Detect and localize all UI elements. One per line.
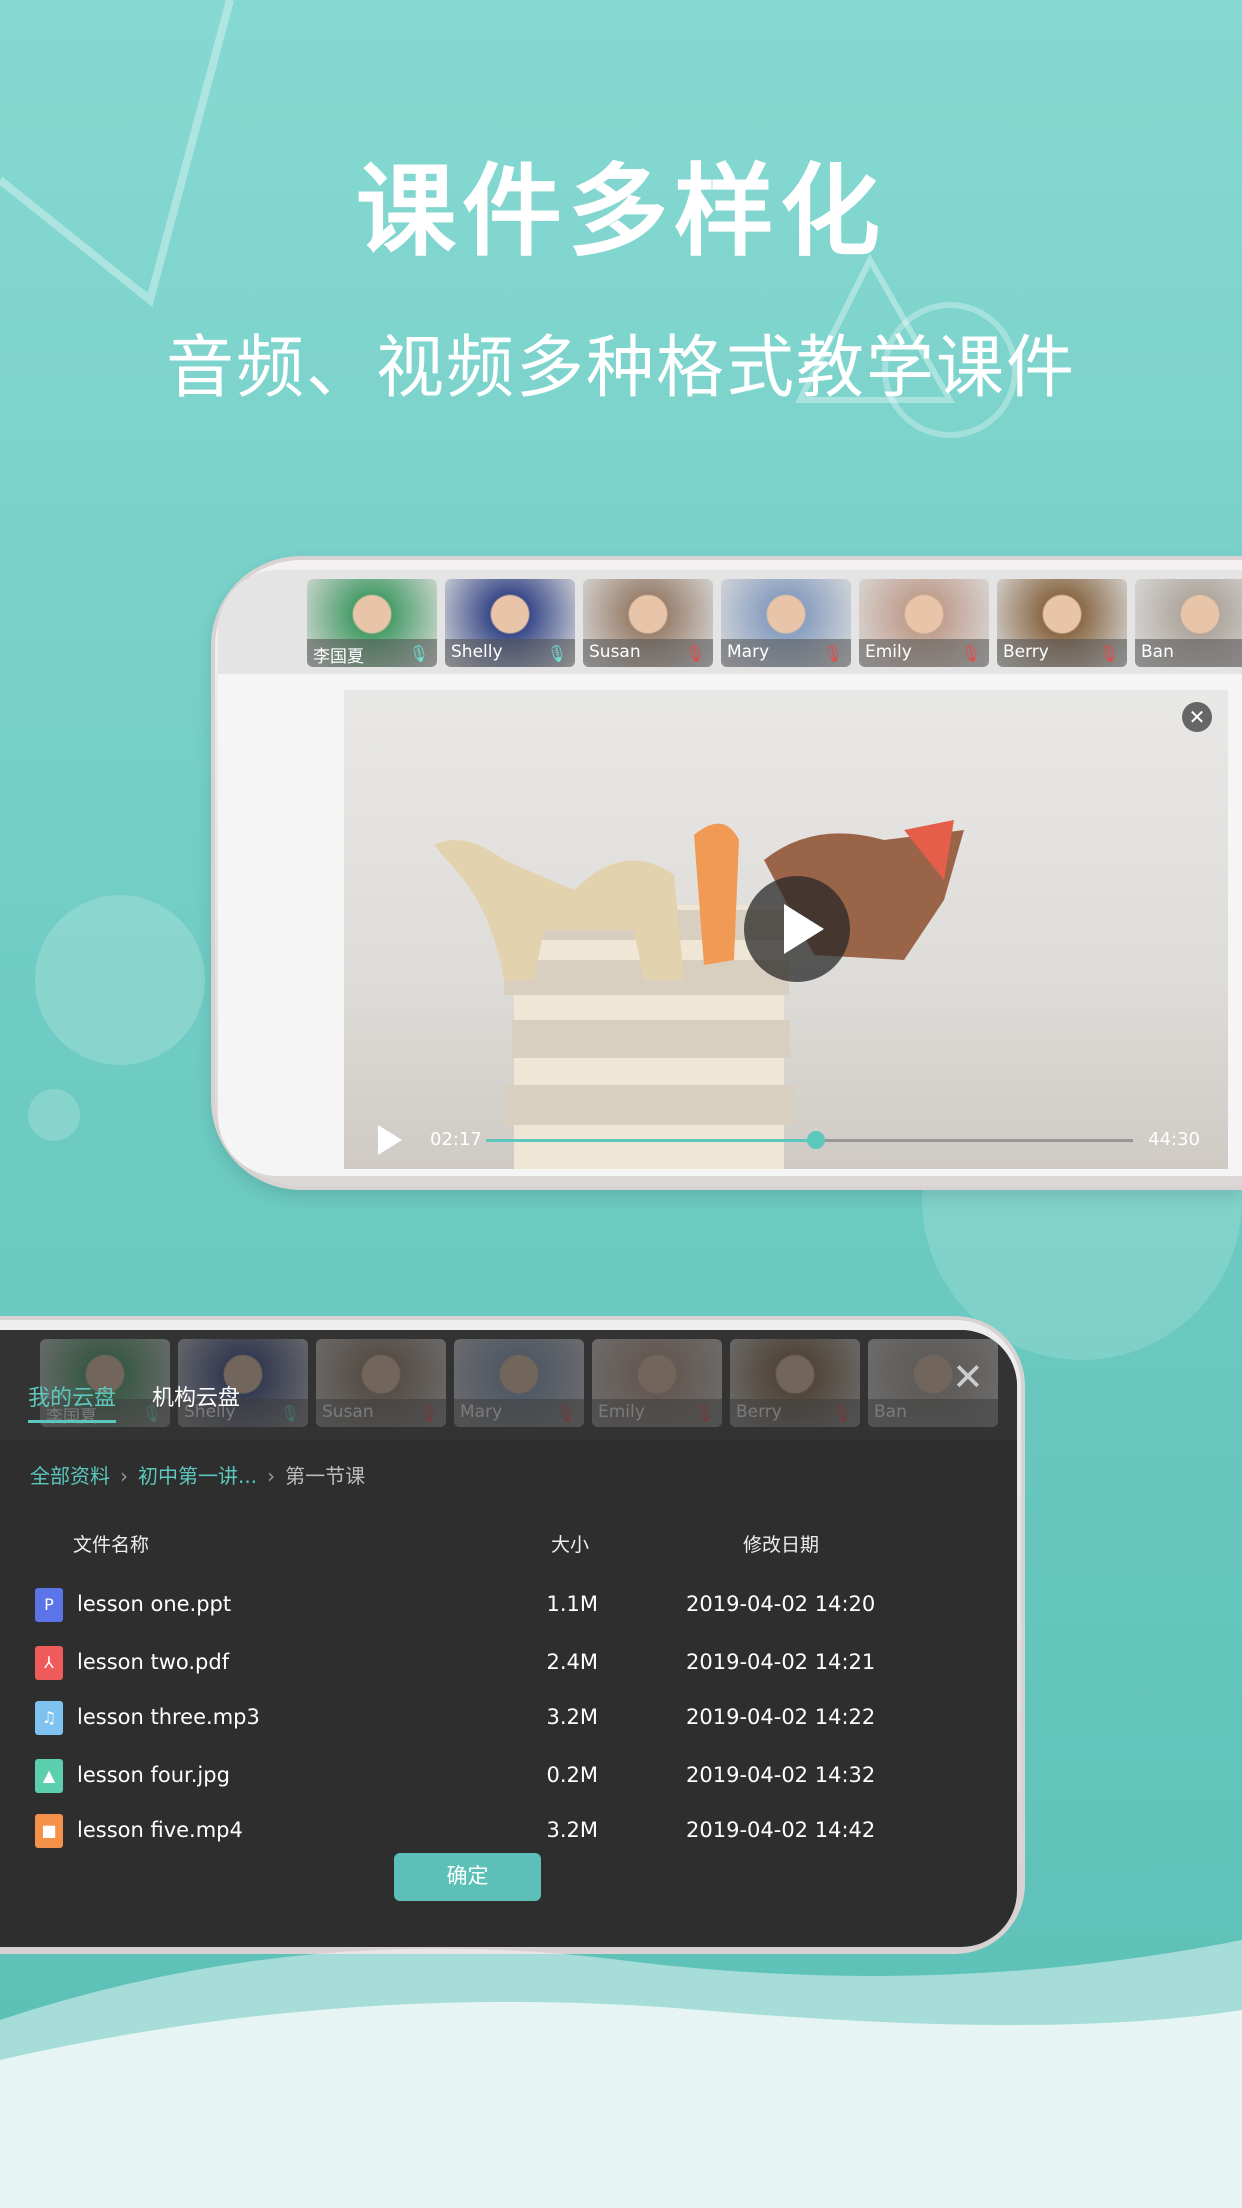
file-size: 2.4M (546, 1650, 598, 1674)
mic-muted-icon[interactable]: 🎙 (694, 1404, 714, 1423)
mic-icon[interactable]: 🎙 (547, 644, 567, 663)
participant-tile[interactable]: Susan 🎙 (583, 579, 713, 667)
file-date: 2019-04-02 14:21 (686, 1650, 876, 1674)
participant-tile[interactable]: Berry 🎙 (997, 579, 1127, 667)
mic-muted-icon[interactable]: 🎙 (418, 1404, 438, 1423)
page-subtitle: 音频、视频多种格式教学课件 (165, 329, 1076, 408)
column-size: 大小 (551, 1534, 590, 1556)
participant-name: Ban (1135, 639, 1242, 667)
file-date: 2019-04-02 14:32 (686, 1763, 876, 1787)
file-row[interactable]: ■ lesson five.mp4 3.2M 2019-04-02 14:42 (0, 1806, 1017, 1856)
video-classroom-screen: 李国夏 🎙 Shelly 🎙 Susan 🎙 Mary 🎙 Emily 🎙 Berry 🎙 Ban ✕ … (218, 570, 1242, 1176)
participant-tile[interactable]: Emily 🎙 (592, 1339, 722, 1427)
bottom-wave (0, 1940, 1242, 2208)
breadcrumb-current: 第一节课 (285, 1464, 366, 1488)
mic-icon[interactable]: 🎙 (409, 644, 429, 663)
mic-icon[interactable]: 🎙 (280, 1404, 300, 1423)
participant-strip: 李国夏 🎙 Shelly 🎙 Susan 🎙 Mary 🎙 Emily 🎙 Berry 🎙 Ban (218, 570, 1242, 674)
participant-tile[interactable]: Emily 🎙 (859, 579, 989, 667)
video-icon: ■ (35, 1814, 63, 1848)
file-row[interactable]: ▲ lesson four.jpg 0.2M 2019-04-02 14:32 (0, 1751, 1017, 1801)
participant-tile[interactable]: Mary 🎙 (721, 579, 851, 667)
page-title: 课件多样化 (356, 153, 886, 270)
file-name: lesson three.mp3 (77, 1705, 260, 1729)
chevron-right-icon: › (120, 1464, 128, 1488)
breadcrumb-item[interactable]: 全部资料 (30, 1464, 110, 1488)
file-name: lesson four.jpg (77, 1763, 230, 1787)
chevron-right-icon: › (267, 1464, 276, 1488)
file-row[interactable]: ♫ lesson three.mp3 3.2M 2019-04-02 14:22 (0, 1693, 1017, 1743)
close-icon[interactable]: ✕ (952, 1355, 984, 1399)
participant-tile[interactable]: Shelly 🎙 (445, 579, 575, 667)
participant-tile[interactable]: Mary 🎙 (454, 1339, 584, 1427)
participant-tile[interactable]: Berry 🎙 (730, 1339, 860, 1427)
current-time: 02:17 (430, 1129, 482, 1150)
file-date: 2019-04-02 14:22 (686, 1705, 876, 1729)
close-video-button[interactable]: ✕ (1182, 702, 1212, 732)
mic-muted-icon[interactable]: 🎙 (556, 1404, 576, 1423)
breadcrumb-item[interactable]: 初中第一讲... (138, 1464, 257, 1488)
column-date: 修改日期 (743, 1534, 820, 1556)
file-row[interactable]: ⅄ lesson two.pdf 2.4M 2019-04-02 14:21 (0, 1638, 1017, 1688)
participant-tile[interactable]: 李国夏 🎙 (307, 579, 437, 667)
file-size: 3.2M (546, 1818, 598, 1842)
file-date: 2019-04-02 14:20 (686, 1592, 876, 1616)
file-size: 3.2M (546, 1705, 598, 1729)
tab-org-cloud[interactable]: 机构云盘 (152, 1380, 240, 1420)
column-name: 文件名称 (73, 1534, 150, 1556)
video-player[interactable]: ✕ 02:17 44:30 (344, 690, 1228, 1169)
pdf-icon: ⅄ (35, 1646, 63, 1680)
play-icon[interactable] (744, 876, 850, 982)
file-date: 2019-04-02 14:42 (686, 1818, 876, 1842)
file-row[interactable]: Plesson one.ppt 1.1M 2019-04-02 14:20 (0, 1580, 1017, 1630)
participant-name: Ban (868, 1399, 998, 1427)
play-pause-button[interactable] (378, 1125, 402, 1155)
mic-muted-icon[interactable]: 🎙 (685, 644, 705, 663)
mic-muted-icon[interactable]: 🎙 (961, 644, 981, 663)
mic-muted-icon[interactable]: 🎙 (1099, 644, 1119, 663)
ppt-icon: P (35, 1588, 63, 1622)
participant-tile[interactable]: Ban (1135, 579, 1242, 667)
cloud-drive-screen: 李国夏 🎙 Shelly 🎙 Susan 🎙 Mary 🎙 Emily 🎙 Berry 🎙 Ban 我的… (0, 1330, 1017, 1947)
mic-muted-icon[interactable]: 🎙 (832, 1404, 852, 1423)
total-time: 44:30 (1148, 1129, 1200, 1150)
progress-knob[interactable] (806, 1131, 825, 1149)
image-icon: ▲ (35, 1759, 63, 1793)
participant-tile[interactable]: Susan 🎙 (316, 1339, 446, 1427)
tab-my-cloud[interactable]: 我的云盘 (28, 1380, 117, 1423)
file-name: lesson one.ppt (77, 1592, 232, 1616)
breadcrumb: 全部资料 › 初中第一讲... › 第一节课 (30, 1460, 375, 1489)
mic-muted-icon[interactable]: 🎙 (823, 644, 843, 663)
video-controls: 02:17 44:30 (344, 1109, 1228, 1169)
progress-slider[interactable] (486, 1131, 1133, 1149)
file-size: 0.2M (546, 1763, 598, 1787)
audio-icon: ♫ (35, 1701, 63, 1735)
file-name: lesson two.pdf (77, 1650, 230, 1674)
file-name: lesson five.mp4 (77, 1818, 243, 1842)
file-size: 1.1M (546, 1592, 598, 1616)
confirm-button[interactable]: 确定 (394, 1853, 541, 1901)
